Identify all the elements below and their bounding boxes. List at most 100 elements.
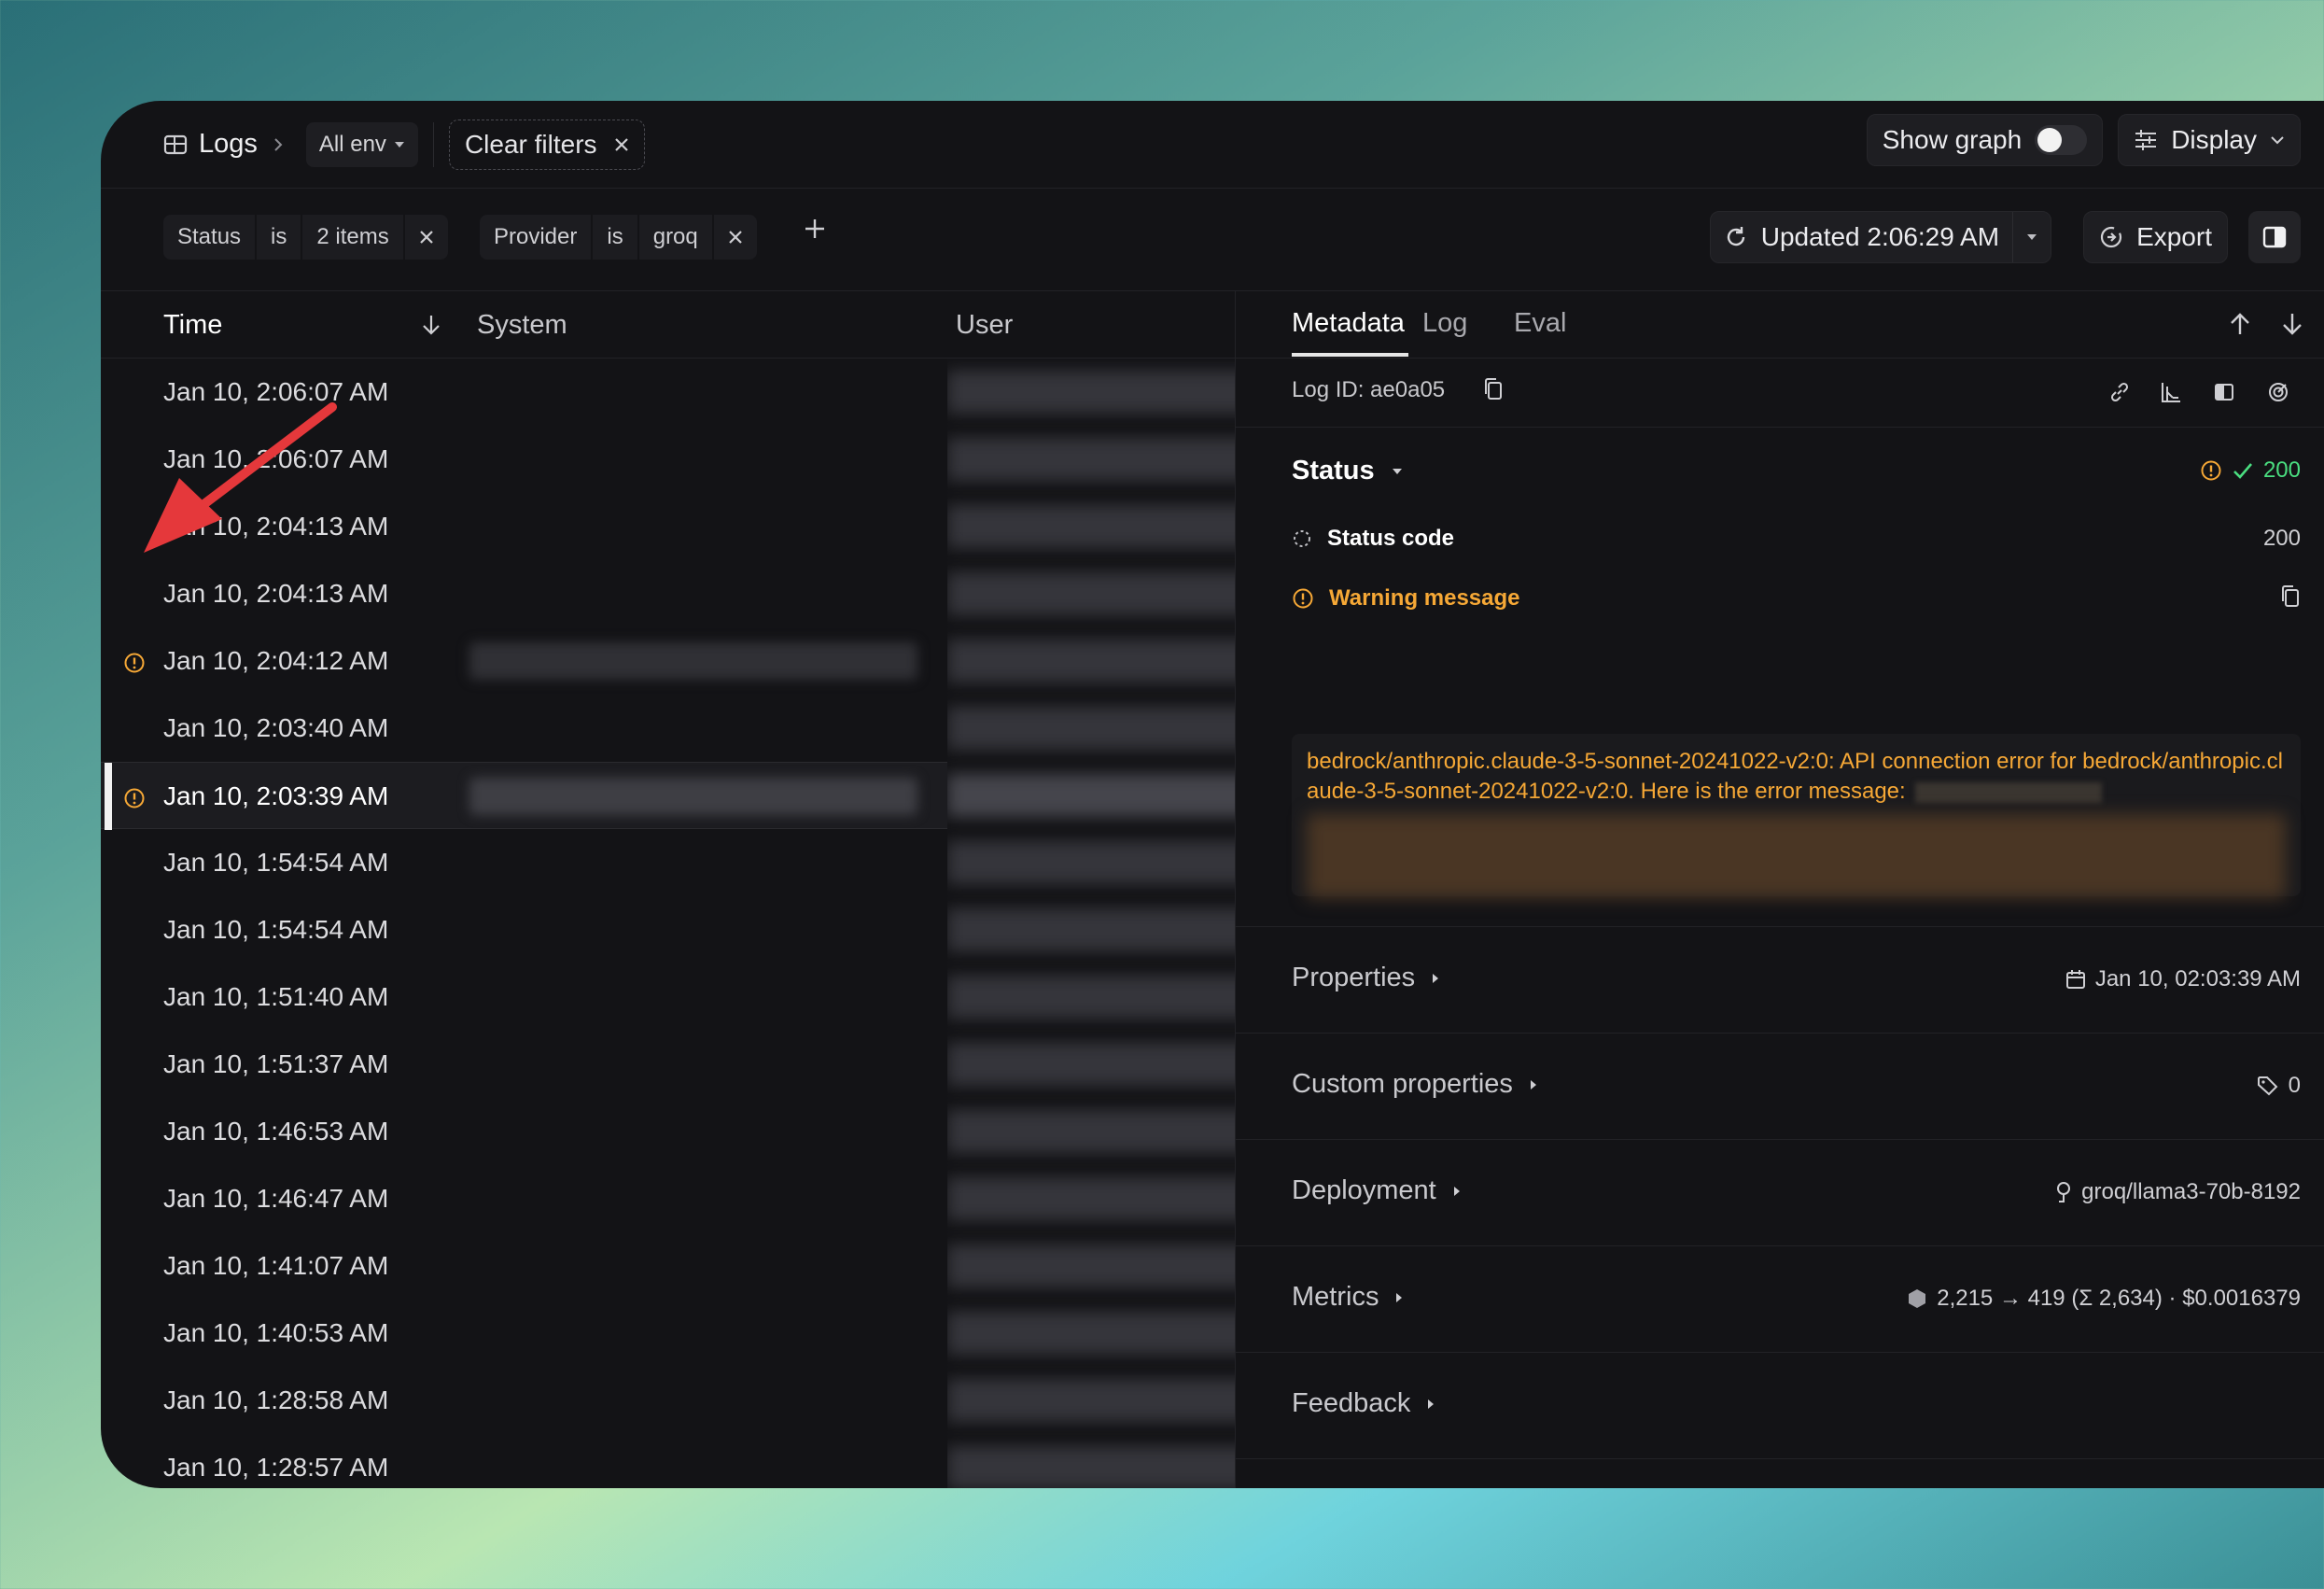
redacted-user-cell xyxy=(947,572,1235,615)
column-header-user[interactable]: User xyxy=(956,310,1013,341)
caret-right-icon xyxy=(1453,1186,1461,1197)
deployment-icon xyxy=(2055,1181,2072,1203)
filter-operator[interactable]: is xyxy=(257,215,303,260)
section-label: Properties xyxy=(1292,963,1416,992)
table-row[interactable]: Jan 10, 1:28:58 AM xyxy=(101,1367,947,1434)
table-row[interactable]: Jan 10, 1:41:07 AM xyxy=(101,1232,947,1300)
link-button[interactable] xyxy=(2108,381,2131,403)
section-feedback[interactable]: Feedback xyxy=(1236,1353,2324,1459)
tab-metadata[interactable]: Metadata xyxy=(1292,308,1405,339)
table-row[interactable]: Jan 10, 2:03:39 AM xyxy=(101,762,947,830)
table-row[interactable]: Jan 10, 1:54:54 AM xyxy=(101,829,947,896)
log-detail-panel: Metadata Log Eval Log ID: ae0a05 Status … xyxy=(1235,291,2324,1488)
section-toggle[interactable]: Metrics xyxy=(1292,1282,1403,1313)
filter-value[interactable]: groq xyxy=(639,215,714,260)
filter-chip-provider[interactable]: Provider is groq xyxy=(480,215,757,260)
filter-field[interactable]: Status xyxy=(163,215,258,260)
table-row[interactable]: Jan 10, 1:40:53 AM xyxy=(101,1300,947,1367)
section-value: groq/llama3-70b-8192 xyxy=(2055,1179,2301,1205)
table-row[interactable]: Jan 10, 2:04:13 AM xyxy=(101,493,947,560)
section-toggle[interactable]: Feedback xyxy=(1292,1388,1435,1419)
redacted-user-cell xyxy=(947,1043,1235,1086)
column-header-system[interactable]: System xyxy=(477,310,567,341)
toggle-panel-button[interactable] xyxy=(2248,211,2301,263)
show-graph-label: Show graph xyxy=(1882,125,2023,154)
column-header-time[interactable]: Time xyxy=(163,310,222,341)
previous-log-button[interactable] xyxy=(2229,312,2251,336)
section-custom-properties[interactable]: Custom properties 0 xyxy=(1236,1034,2324,1140)
add-filter-button[interactable] xyxy=(803,217,827,241)
filter-operator[interactable]: is xyxy=(593,215,639,260)
status-value: 200 xyxy=(2262,457,2301,483)
export-icon xyxy=(2099,225,2123,249)
redacted-user-cell xyxy=(947,1110,1235,1153)
refresh-control[interactable]: Updated 2:06:29 AM xyxy=(1709,211,2052,263)
trace-button[interactable] xyxy=(2160,381,2182,403)
table-row[interactable]: Jan 10, 2:03:40 AM xyxy=(101,695,947,762)
warning-icon xyxy=(123,652,146,674)
filter-value[interactable]: 2 items xyxy=(302,215,405,260)
table-row[interactable]: Jan 10, 2:06:07 AM xyxy=(101,359,947,426)
compare-icon xyxy=(2215,384,2233,401)
trace-icon xyxy=(2162,383,2180,402)
table-row[interactable]: Jan 10, 2:06:07 AM xyxy=(101,426,947,493)
table-row[interactable]: Jan 10, 2:04:12 AM xyxy=(101,627,947,695)
redacted-user-cell xyxy=(947,438,1235,481)
section-toggle[interactable]: Custom properties xyxy=(1292,1069,1537,1100)
table-row[interactable]: Jan 10, 2:04:13 AM xyxy=(101,560,947,627)
caret-right-icon xyxy=(1427,1399,1435,1410)
redacted-error-body xyxy=(1307,814,2286,898)
tab-eval[interactable]: Eval xyxy=(1514,308,1566,339)
section-params[interactable]: Params1 xyxy=(1236,1459,2324,1488)
filter-chip-status[interactable]: Status is 2 items xyxy=(163,215,448,260)
section-properties[interactable]: Properties Jan 10, 02:03:39 AM xyxy=(1236,927,2324,1034)
panel-right-icon xyxy=(2262,226,2287,248)
table-row[interactable]: Jan 10, 1:54:54 AM xyxy=(101,896,947,963)
section-value: 0 xyxy=(2257,1073,2301,1099)
status-title: Status xyxy=(1292,456,1375,485)
section-metrics[interactable]: Metrics 2,215 → 419 (Σ 2,634) · $0.001637… xyxy=(1236,1246,2324,1353)
section-value: Jan 10, 02:03:39 AM xyxy=(2065,966,2301,992)
row-time: Jan 10, 1:28:57 AM xyxy=(163,1453,389,1482)
caret-right-icon xyxy=(1530,1079,1537,1090)
table-header: Time System User xyxy=(101,291,1235,359)
status-code-value: 200 xyxy=(2262,526,2301,551)
row-time: Jan 10, 1:28:58 AM xyxy=(163,1385,389,1414)
table-row[interactable]: Jan 10, 1:51:37 AM xyxy=(101,1031,947,1098)
remove-filter-button[interactable] xyxy=(405,215,448,260)
logs-breadcrumb-link[interactable]: Logs xyxy=(199,129,258,160)
table-row[interactable]: Jan 10, 1:28:57 AM xyxy=(101,1434,947,1488)
active-tab-indicator xyxy=(1292,353,1408,357)
refresh-interval-dropdown[interactable] xyxy=(2012,212,2051,262)
redacted-user-cell xyxy=(947,707,1235,750)
table-row[interactable]: Jan 10, 1:46:47 AM xyxy=(101,1165,947,1232)
section-toggle[interactable]: Deployment xyxy=(1292,1175,1461,1206)
status-section-toggle[interactable]: Status xyxy=(1292,456,1403,486)
compare-button[interactable] xyxy=(2213,381,2235,403)
table-row[interactable]: Jan 10, 1:51:40 AM xyxy=(101,963,947,1031)
display-button[interactable]: Display xyxy=(2118,114,2301,166)
section-label: Feedback xyxy=(1292,1388,1411,1418)
evaluate-button[interactable] xyxy=(2267,381,2289,403)
redacted-user-cell xyxy=(947,1446,1235,1488)
export-button[interactable]: Export xyxy=(2083,211,2228,263)
copy-log-id-button[interactable] xyxy=(1483,377,1504,401)
section-toggle[interactable]: Properties xyxy=(1292,963,1439,993)
show-graph-toggle[interactable]: Show graph xyxy=(1866,114,2104,166)
table-row[interactable]: Jan 10, 1:46:53 AM xyxy=(101,1098,947,1165)
sort-desc-icon[interactable] xyxy=(421,314,441,336)
toggle-switch[interactable] xyxy=(2035,125,2088,155)
tab-log[interactable]: Log xyxy=(1422,308,1467,339)
next-log-button[interactable] xyxy=(2281,312,2303,336)
table-icon xyxy=(163,134,188,155)
row-time: Jan 10, 1:46:53 AM xyxy=(163,1117,389,1146)
link-icon xyxy=(2110,382,2129,402)
filter-field[interactable]: Provider xyxy=(480,215,594,260)
clear-filters-button[interactable]: Clear filters xyxy=(448,119,645,170)
copy-warning-button[interactable] xyxy=(2280,584,2301,609)
section-value-text: groq/llama3-70b-8192 xyxy=(2081,1179,2301,1204)
refresh-button[interactable]: Updated 2:06:29 AM xyxy=(1711,212,2012,262)
env-selector[interactable]: All env xyxy=(305,121,418,167)
section-deployment[interactable]: Deployment groq/llama3-70b-8192 xyxy=(1236,1140,2324,1246)
remove-filter-button[interactable] xyxy=(714,215,757,260)
